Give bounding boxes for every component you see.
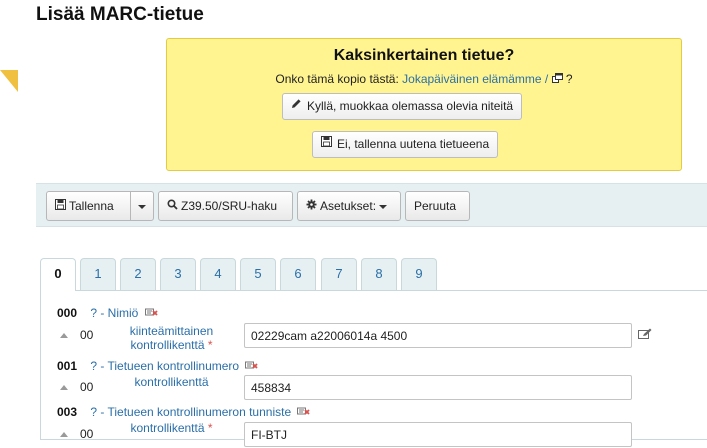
pencil-icon [291, 93, 302, 118]
field-header: 000 ? - Nimiö [57, 306, 159, 320]
save-as-new-record-button[interactable]: Ei, tallenna uutena tietueena [312, 131, 499, 158]
subfield-value-input[interactable] [244, 375, 632, 400]
gear-icon [306, 192, 317, 220]
field-help-link[interactable]: ? - Tietueen kontrollinumero [90, 359, 239, 373]
duplicate-question: Onko tämä kopio tästä: Jokapäiväinen elä… [167, 72, 681, 86]
delete-field-icon[interactable] [245, 359, 259, 373]
field-header: 003 ? - Tietueen kontrollinumeron tunnis… [57, 405, 311, 419]
duplicate-record-link[interactable]: Jokapäiväinen elämämme / [402, 72, 548, 86]
z3950-search-button[interactable]: Z39.50/SRU-haku [158, 191, 293, 221]
chevron-down-icon [138, 204, 146, 209]
duplicate-warning: Kaksinkertainen tietue? Onko tämä kopio … [166, 38, 682, 171]
subfield-label: kontrollikenttä [119, 375, 224, 389]
search-icon [167, 192, 178, 220]
delete-field-icon[interactable] [297, 405, 311, 419]
field-tag: 001 [57, 359, 78, 373]
subfield-code: 00 [80, 427, 94, 441]
subfield-label: kontrollikenttä * [119, 421, 224, 435]
cancel-button[interactable]: Peruuta [405, 191, 470, 221]
subfield-row: 00 kontrollikenttä * [57, 421, 697, 448]
edit-plugin-icon[interactable] [638, 328, 652, 343]
tab-6[interactable]: 6 [280, 258, 316, 290]
field-tag: 000 [57, 306, 78, 320]
settings-dropdown[interactable]: Asetukset: [297, 191, 401, 221]
subfield-code: 00 [80, 380, 94, 394]
edit-existing-items-button[interactable]: Kyllä, muokkaa olemassa olevia niteitä [282, 93, 523, 120]
save-button[interactable]: Tallenna [46, 191, 131, 221]
toolbar: Tallenna Z39.50/SRU-haku Asetukset: Peru… [36, 183, 707, 227]
save-options-dropdown[interactable] [130, 191, 154, 221]
subfield-label-text: kontrollikenttä [130, 421, 205, 435]
subfield-label: kiinteämittainen kontrollikenttä * [119, 324, 224, 352]
required-mark: * [207, 421, 213, 435]
field-header: 001 ? - Tietueen kontrollinumero [57, 359, 259, 373]
settings-label: Asetukset: [320, 199, 377, 213]
save-icon [55, 192, 66, 220]
subfield-value-input[interactable] [244, 323, 632, 348]
tab-8[interactable]: 8 [361, 258, 397, 290]
edit-existing-items-label: Kyllä, muokkaa olemassa olevia niteitä [307, 99, 514, 113]
save-as-new-record-label: Ei, tallenna uutena tietueena [337, 137, 490, 151]
tab-3[interactable]: 3 [160, 258, 196, 290]
save-label: Tallenna [69, 199, 114, 213]
subfield-label-text: kiinteämittainen kontrollikenttä [129, 324, 214, 352]
move-up-arrow-icon[interactable] [60, 432, 68, 437]
move-up-arrow-icon[interactable] [60, 385, 68, 390]
chevron-down-icon [379, 204, 388, 209]
field-tag: 003 [57, 405, 78, 419]
subfield-code: 00 [80, 328, 94, 342]
popup-window-icon[interactable] [551, 72, 563, 86]
page-title: Lisää MARC-tietue [36, 4, 204, 25]
tab-5[interactable]: 5 [240, 258, 276, 290]
duplicate-question-prefix: Onko tämä kopio tästä: [275, 72, 399, 86]
move-up-arrow-icon[interactable] [60, 333, 68, 338]
cancel-label: Peruuta [414, 199, 457, 213]
field-help-link[interactable]: ? - Tietueen kontrollinumeron tunniste [90, 405, 291, 419]
z3950-search-label: Z39.50/SRU-haku [181, 199, 278, 213]
tab-7[interactable]: 7 [321, 258, 357, 290]
subfield-label-text: kontrollikenttä [134, 375, 209, 389]
tab-1[interactable]: 1 [80, 258, 116, 290]
tab-0[interactable]: 0 [40, 258, 76, 291]
subfield-value-input[interactable] [244, 422, 632, 447]
tab-2[interactable]: 2 [120, 258, 156, 290]
subfield-row: 00 kiinteämittainen kontrollikenttä * [57, 323, 697, 352]
tab-4[interactable]: 4 [200, 258, 236, 290]
duplicate-title: Kaksinkertainen tietue? [333, 47, 515, 64]
corner-decoration [0, 70, 18, 92]
required-mark: * [207, 338, 213, 352]
delete-field-icon[interactable] [144, 306, 159, 320]
save-icon [321, 131, 332, 156]
subfield-row: 00 kontrollikenttä [57, 375, 697, 401]
field-help-link[interactable]: ? - Nimiö [90, 306, 138, 320]
duplicate-question-suffix: ? [565, 72, 573, 86]
tab-9[interactable]: 9 [401, 258, 437, 290]
